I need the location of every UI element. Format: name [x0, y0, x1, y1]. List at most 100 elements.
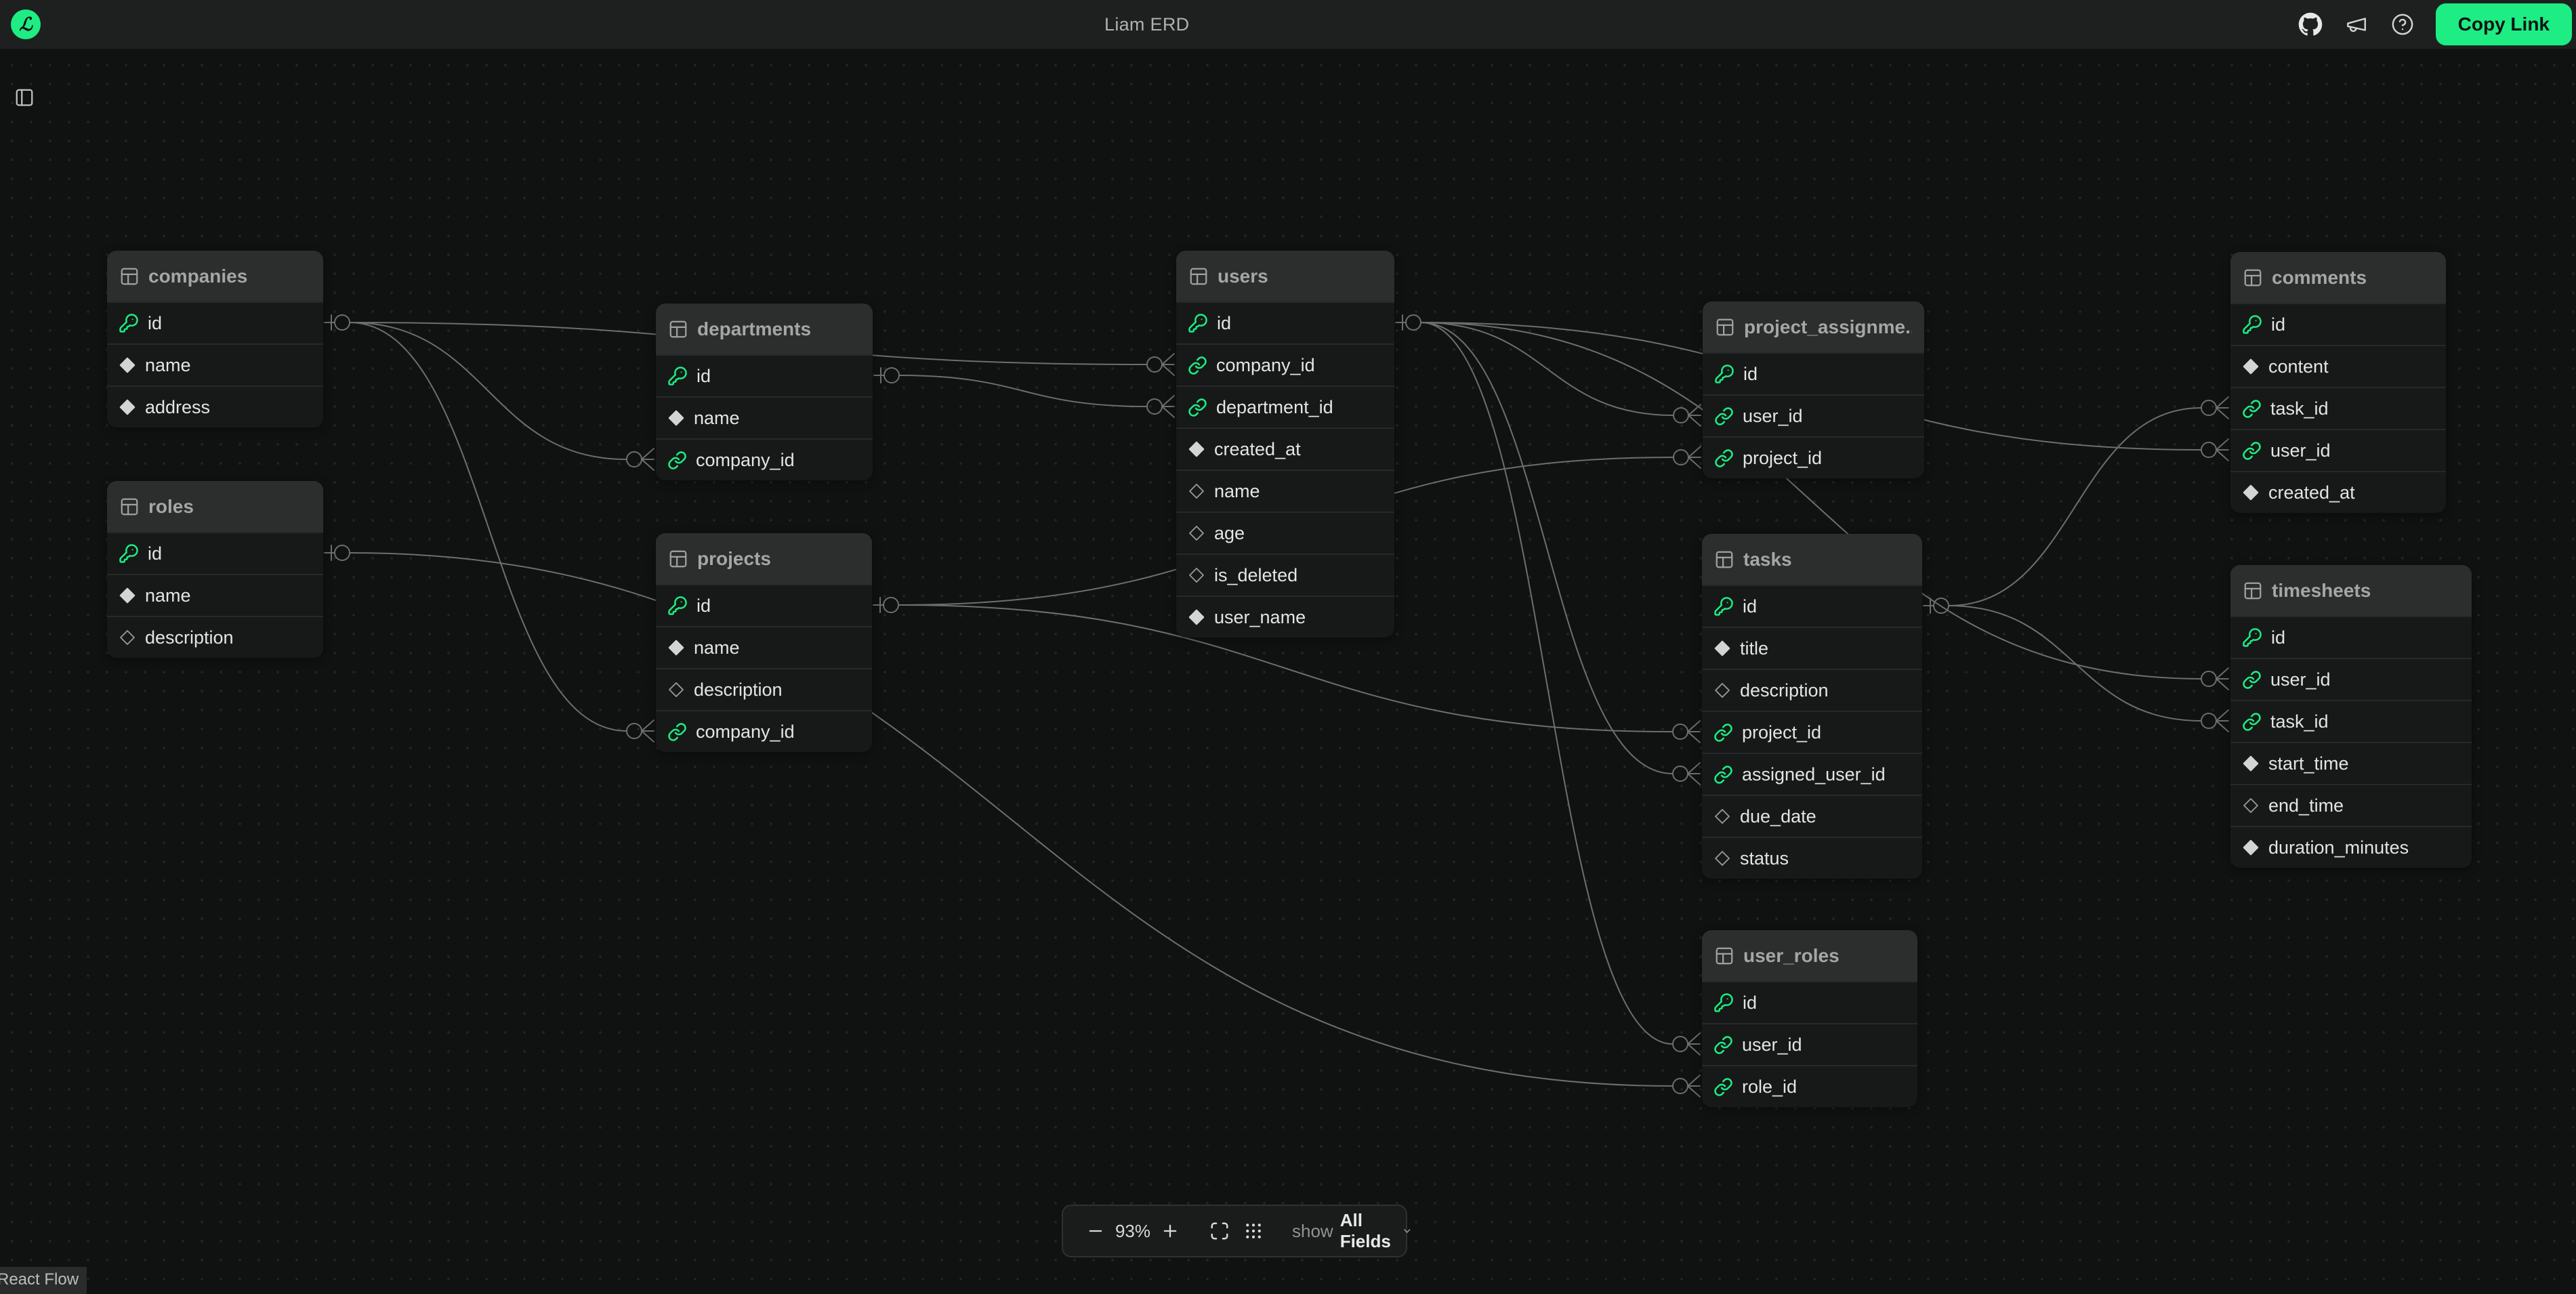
table-node-users[interactable]: usersidcompany_iddepartment_idcreated_at…: [1176, 251, 1394, 638]
field-name: id: [697, 596, 711, 617]
field-row-users-user_name[interactable]: user_name: [1176, 596, 1394, 638]
zoom-in-button[interactable]: [1154, 1206, 1186, 1256]
field-name: task_id: [2270, 711, 2329, 732]
field-row-projects-name[interactable]: name: [656, 626, 872, 668]
copy-link-button[interactable]: Copy Link: [2436, 3, 2572, 45]
zoom-out-button[interactable]: [1079, 1206, 1112, 1256]
canvas-toolbar: 93% show All Fields: [1062, 1205, 1407, 1257]
field-row-comments-created_at[interactable]: created_at: [2230, 471, 2446, 513]
field-row-companies-id[interactable]: id: [107, 301, 323, 343]
table-header-user_roles[interactable]: user_roles: [1702, 930, 1917, 981]
github-icon[interactable]: [2298, 12, 2323, 37]
field-row-timesheets-duration_minutes[interactable]: duration_minutes: [2230, 826, 2472, 868]
field-row-departments-company_id[interactable]: company_id: [656, 438, 873, 480]
table-header-timesheets[interactable]: timesheets: [2230, 565, 2472, 616]
liam-logo[interactable]: ℒ: [11, 9, 41, 39]
table-header-comments[interactable]: comments: [2230, 252, 2446, 303]
table-header-tasks[interactable]: tasks: [1702, 534, 1922, 585]
nullable-diamond-icon: [119, 629, 136, 646]
field-row-comments-task_id[interactable]: task_id: [2230, 387, 2446, 429]
field-row-users-is_deleted[interactable]: is_deleted: [1176, 554, 1394, 596]
table-node-project_assignments[interactable]: project_assignme...iduser_idproject_id: [1703, 301, 1924, 478]
field-row-project_assignments-id[interactable]: id: [1703, 352, 1924, 394]
field-row-roles-description[interactable]: description: [107, 616, 323, 658]
field-row-project_assignments-project_id[interactable]: project_id: [1703, 436, 1924, 478]
table-header-departments[interactable]: departments: [656, 304, 873, 354]
field-row-projects-company_id[interactable]: company_id: [656, 710, 872, 752]
table-header-users[interactable]: users: [1176, 251, 1394, 301]
table-header-project_assignments[interactable]: project_assignme...: [1703, 301, 1924, 352]
erd-canvas[interactable]: companiesidnameaddressrolesidnamedescrip…: [0, 49, 2576, 1294]
primary-key-icon: [1714, 364, 1734, 384]
field-row-departments-id[interactable]: id: [656, 354, 873, 396]
field-row-user_roles-role_id[interactable]: role_id: [1702, 1065, 1917, 1107]
table-header-roles[interactable]: roles: [107, 481, 323, 532]
table-header-companies[interactable]: companies: [107, 251, 323, 301]
table-header-projects[interactable]: projects: [656, 533, 872, 584]
table-node-roles[interactable]: rolesidnamedescription: [107, 481, 323, 658]
table-node-companies[interactable]: companiesid name address: [107, 251, 323, 427]
field-row-tasks-title[interactable]: title: [1702, 627, 1922, 669]
notnull-diamond-icon: [2242, 484, 2260, 501]
field-row-tasks-id[interactable]: id: [1702, 585, 1922, 627]
table-node-user_roles[interactable]: user_rolesiduser_idrole_id: [1702, 930, 1917, 1107]
field-row-comments-user_id[interactable]: user_id: [2230, 429, 2446, 471]
notnull-diamond-icon: [1188, 608, 1205, 626]
field-row-comments-id[interactable]: id: [2230, 303, 2446, 345]
field-row-tasks-assigned_user_id[interactable]: assigned_user_id: [1702, 753, 1922, 795]
field-row-timesheets-id[interactable]: id: [2230, 616, 2472, 658]
field-row-projects-id[interactable]: id: [656, 584, 872, 626]
field-row-companies-name[interactable]: name: [107, 343, 323, 385]
field-row-users-id[interactable]: id: [1176, 301, 1394, 343]
notnull-diamond-icon: [119, 587, 136, 604]
table-node-timesheets[interactable]: timesheets id user_id task_id start_time end_…: [2230, 565, 2472, 868]
foreign-key-icon: [1714, 448, 1734, 468]
help-icon[interactable]: [2390, 12, 2415, 37]
tidy-up-button[interactable]: [1237, 1206, 1270, 1256]
field-row-project_assignments-user_id[interactable]: user_id: [1703, 394, 1924, 436]
field-row-users-department_id[interactable]: department_id: [1176, 385, 1394, 427]
field-row-timesheets-end_time[interactable]: end_time: [2230, 784, 2472, 826]
field-row-projects-description[interactable]: description: [656, 668, 872, 710]
field-row-roles-name[interactable]: name: [107, 574, 323, 616]
field-row-tasks-status[interactable]: status: [1702, 837, 1922, 879]
field-row-tasks-project_id[interactable]: project_id: [1702, 711, 1922, 753]
field-name: name: [694, 638, 740, 659]
foreign-key-icon: [2242, 441, 2262, 461]
field-name: name: [145, 355, 191, 376]
table-node-comments[interactable]: commentsidcontenttask_iduser_idcreated_a…: [2230, 252, 2446, 513]
nullable-diamond-icon: [1188, 482, 1205, 500]
field-name: id: [2271, 627, 2285, 648]
table-icon: [2243, 581, 2263, 601]
field-row-tasks-description[interactable]: description: [1702, 669, 1922, 711]
field-row-timesheets-task_id[interactable]: task_id: [2230, 700, 2472, 742]
field-name: description: [1740, 680, 1829, 701]
field-row-departments-name[interactable]: name: [656, 396, 873, 438]
field-row-users-name[interactable]: name: [1176, 469, 1394, 512]
field-row-users-company_id[interactable]: company_id: [1176, 343, 1394, 385]
field-row-companies-address[interactable]: address: [107, 385, 323, 427]
show-mode-dropdown[interactable]: All Fields: [1340, 1210, 1413, 1252]
table-node-departments[interactable]: departmentsidnamecompany_id: [656, 304, 873, 480]
primary-key-icon: [667, 366, 688, 386]
megaphone-icon[interactable]: [2344, 12, 2369, 37]
field-name: start_time: [2268, 753, 2349, 774]
field-row-user_roles-user_id[interactable]: user_id: [1702, 1023, 1917, 1065]
field-row-users-age[interactable]: age: [1176, 512, 1394, 554]
table-node-projects[interactable]: projects id name descriptioncompany_id: [656, 533, 872, 752]
field-name: id: [1743, 596, 1757, 617]
fit-view-button[interactable]: [1203, 1206, 1237, 1256]
field-row-users-created_at[interactable]: created_at: [1176, 427, 1394, 469]
field-row-roles-id[interactable]: id: [107, 532, 323, 574]
field-row-comments-content[interactable]: content: [2230, 345, 2446, 387]
field-row-tasks-due_date[interactable]: due_date: [1702, 795, 1922, 837]
panel-left-toggle-icon[interactable]: [11, 84, 38, 111]
table-node-tasks[interactable]: tasks id title description project_idassigne…: [1702, 534, 1922, 879]
field-row-user_roles-id[interactable]: id: [1702, 981, 1917, 1023]
react-flow-attribution[interactable]: React Flow: [0, 1267, 87, 1294]
field-row-timesheets-start_time[interactable]: start_time: [2230, 742, 2472, 784]
field-row-timesheets-user_id[interactable]: user_id: [2230, 658, 2472, 700]
foreign-key-icon: [1713, 723, 1733, 743]
notnull-diamond-icon: [119, 356, 136, 374]
field-name: assigned_user_id: [1742, 764, 1886, 785]
